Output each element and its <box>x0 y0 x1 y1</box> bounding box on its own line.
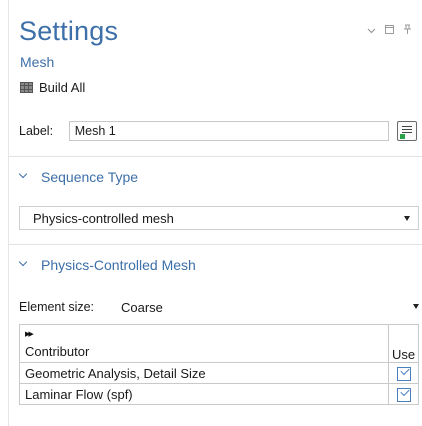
contributor-header-label: Contributor <box>25 344 90 359</box>
use-checkbox[interactable] <box>396 366 411 381</box>
settings-panel: Settings Mesh Build All Label: Sequence … <box>8 0 422 426</box>
element-size-row: Element size: Coarse <box>19 295 419 319</box>
element-size-label: Element size: <box>19 300 95 314</box>
section-title: Sequence Type <box>41 169 139 185</box>
sequence-type-select[interactable]: Physics-controlled mesh <box>19 206 419 230</box>
use-cell <box>388 362 419 384</box>
table-header-row: ▶▶ Contributor Use <box>19 324 419 363</box>
label-field-label: Label: <box>19 124 54 138</box>
build-all-label: Build All <box>39 80 86 95</box>
section-header-sequence-type[interactable]: Sequence Type <box>19 169 138 185</box>
table-row[interactable]: Geometric Analysis, Detail Size <box>19 362 419 384</box>
contributor-cell: Laminar Flow (spf) <box>19 383 389 405</box>
chevron-down-icon <box>19 259 28 268</box>
page-subtitle: Mesh <box>20 54 55 70</box>
window-controls <box>367 24 412 38</box>
use-column-header[interactable]: Use <box>388 324 419 363</box>
mesh-grid-icon <box>20 82 33 93</box>
element-size-select[interactable]: Coarse <box>119 295 419 319</box>
edit-label-icon[interactable] <box>397 121 417 141</box>
use-cell <box>388 383 419 405</box>
divider <box>9 156 422 157</box>
contributor-table: ▶▶ Contributor Use Geometric Analysis, D… <box>19 324 419 405</box>
sequence-type-value: Physics-controlled mesh <box>33 210 174 226</box>
page-title: Settings <box>19 16 119 46</box>
dropdown-arrow-icon <box>404 216 410 221</box>
section-title: Physics-Controlled Mesh <box>41 257 196 273</box>
element-size-value: Coarse <box>121 299 163 315</box>
label-row: Label: <box>19 121 417 141</box>
pin-icon[interactable] <box>403 24 412 38</box>
chevron-down-icon[interactable] <box>367 25 376 37</box>
expand-columns-icon[interactable]: ▶▶ <box>25 330 34 338</box>
build-all-button[interactable]: Build All <box>20 80 85 95</box>
use-checkbox[interactable] <box>396 387 411 402</box>
label-input[interactable] <box>68 121 390 141</box>
restore-icon[interactable] <box>385 25 394 37</box>
table-row[interactable]: Laminar Flow (spf) <box>19 383 419 405</box>
section-header-physics-controlled-mesh[interactable]: Physics-Controlled Mesh <box>19 257 196 273</box>
divider <box>9 244 422 245</box>
contributor-column-header[interactable]: ▶▶ Contributor <box>19 324 389 363</box>
dropdown-arrow-icon <box>413 304 419 309</box>
contributor-cell: Geometric Analysis, Detail Size <box>19 362 389 384</box>
chevron-down-icon <box>19 171 28 180</box>
